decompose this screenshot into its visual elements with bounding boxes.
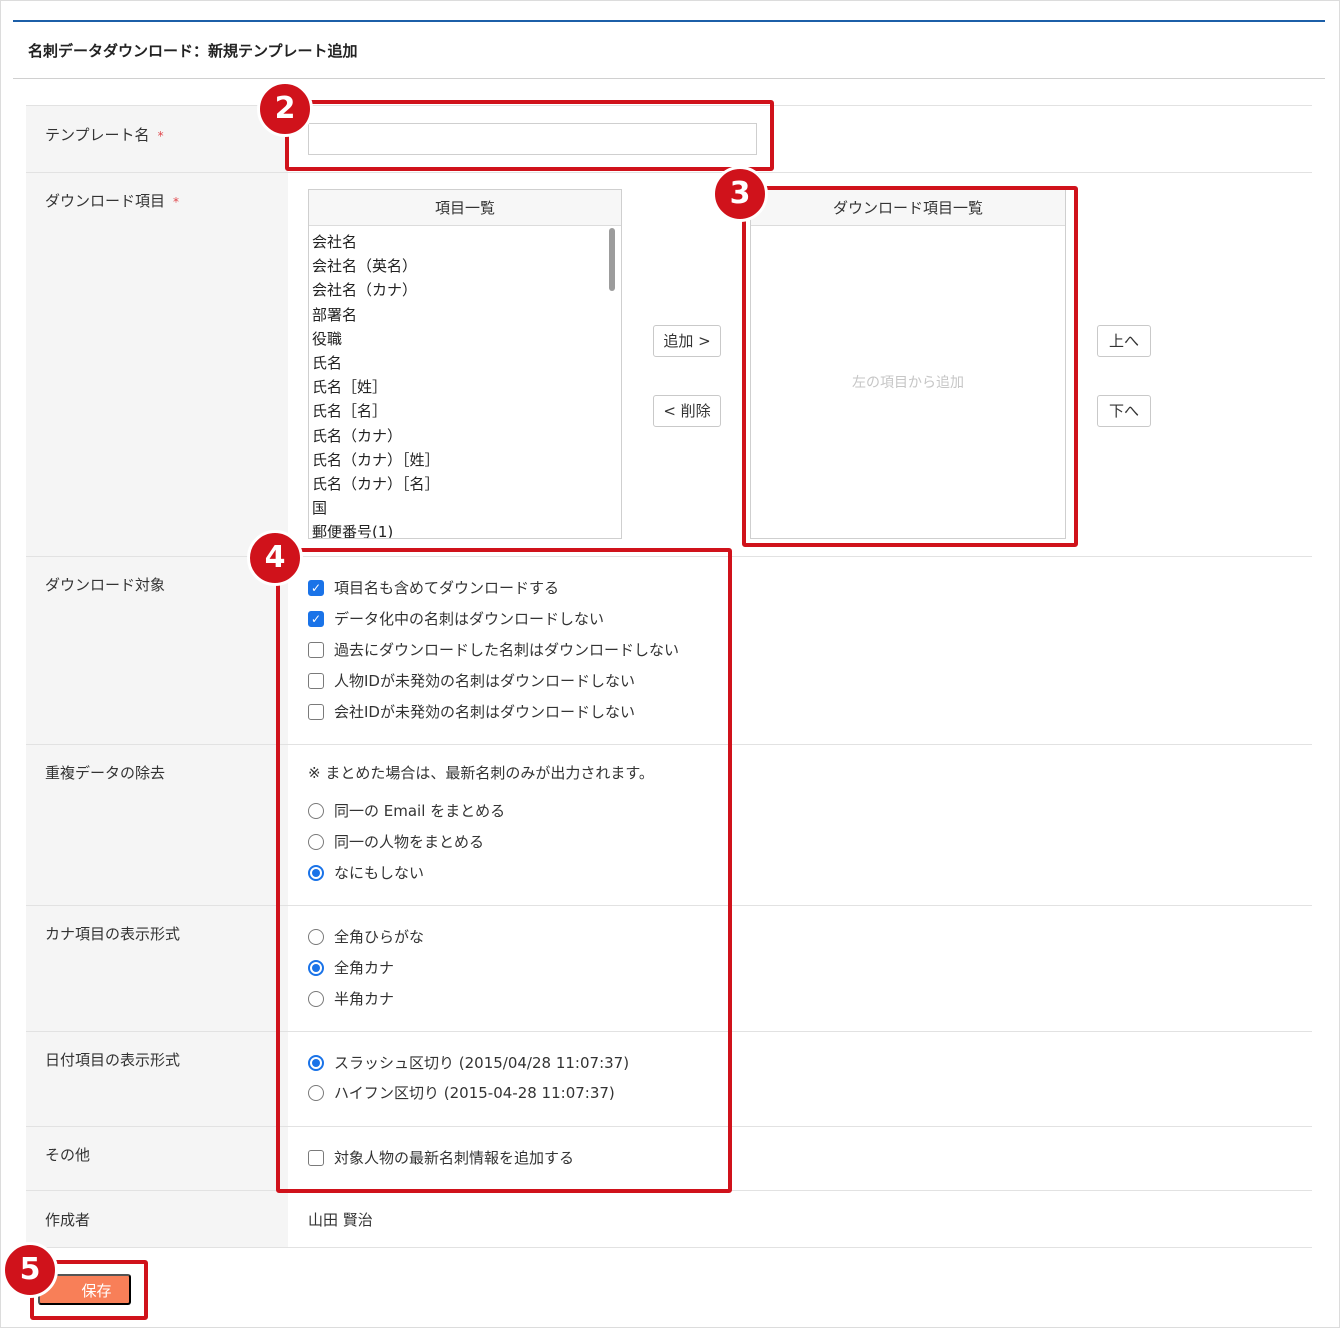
list-item[interactable]: 部署名 [312,303,621,327]
page-title: 名刺データダウンロード：新規テンプレート追加 [28,42,358,60]
callout-badge-5: 5 [2,1242,58,1298]
move-up-button[interactable]: 上へ [1097,325,1151,357]
template-name-label: テンプレート名 [45,126,150,144]
callout-box-2 [285,100,774,171]
callout-box-4 [276,548,732,1193]
kana-format-label: カナ項目の表示形式 [45,925,181,943]
list-item[interactable]: 会社名 [312,230,621,254]
available-items-header: 項目一覧 [309,190,621,226]
list-scrollbar-thumb[interactable] [609,228,615,291]
callout-badge-4: 4 [247,530,303,586]
other-label: その他 [45,1146,91,1164]
list-item[interactable]: 会社名（英名） [312,254,621,278]
list-item[interactable]: 氏名（カナ）［姓］ [312,448,621,472]
download-items-row: ダウンロード項目 * [26,172,1312,556]
move-down-button[interactable]: 下へ [1097,395,1151,427]
list-item[interactable]: 役職 [312,327,621,351]
callout-badge-3: 3 [712,166,768,222]
required-mark: * [173,195,180,209]
list-item[interactable]: 氏名［名］ [312,399,621,423]
list-item[interactable]: 氏名［姓］ [312,375,621,399]
list-item[interactable]: 氏名（カナ） [312,424,621,448]
download-target-label: ダウンロード対象 [45,576,166,594]
list-item[interactable]: 会社名（カナ） [312,278,621,302]
list-item[interactable]: 氏名 [312,351,621,375]
author-label: 作成者 [45,1211,91,1229]
author-row: 作成者 [26,1190,1312,1247]
remove-item-button[interactable]: < 削除 [653,395,721,427]
list-item[interactable]: 郵便番号(1) [312,520,621,538]
add-item-button[interactable]: 追加 > [653,325,721,357]
callout-box-3 [742,186,1078,547]
date-format-label: 日付項目の表示形式 [45,1051,181,1069]
available-items-list[interactable]: 項目一覧 会社名 会社名（英名） 会社名（カナ） 部署名 役職 氏名 氏名［姓］… [308,189,622,539]
download-items-label: ダウンロード項目 [45,192,166,210]
header-accent-rule [13,20,1325,22]
title-divider [13,78,1325,79]
list-item[interactable]: 国 [312,496,621,520]
list-item[interactable]: 氏名（カナ）［名］ [312,472,621,496]
required-mark: * [157,129,164,143]
dedupe-label: 重複データの除去 [45,764,166,782]
author-value: 山田 賢治 [308,1211,373,1229]
form-bottom-rule [26,1247,1312,1248]
callout-badge-2: 2 [257,81,313,137]
